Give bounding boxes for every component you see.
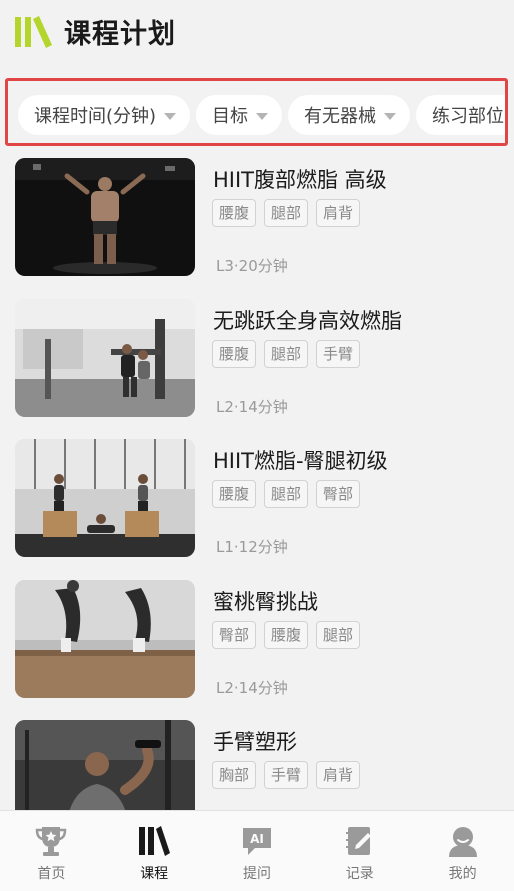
bottom-tab-bar: 首页 课程 AI 提问 记录 我的 — [0, 810, 514, 891]
course-title: 无跳跃全身高效燃脂 — [213, 308, 402, 333]
course-thumbnail — [15, 298, 195, 417]
trophy-icon — [36, 827, 67, 856]
course-tags: 胸部 手臂 肩背 — [212, 761, 361, 789]
filter-bar-highlight: 课程时间(分钟) 目标 有无器械 练习部位 — [5, 78, 508, 146]
course-tags: 腰腹 腿部 臀部 — [212, 480, 361, 508]
course-tag: 臀部 — [316, 480, 361, 508]
filter-goal[interactable]: 目标 — [196, 95, 283, 135]
profile-icon — [448, 827, 477, 857]
course-tag: 胸部 — [212, 761, 257, 789]
course-books-icon — [139, 826, 171, 856]
course-tag: 腰腹 — [264, 620, 309, 649]
course-tag: 腿部 — [264, 480, 309, 508]
course-thumbnail — [15, 439, 195, 557]
tab-label: 提问 — [242, 866, 271, 882]
filter-label: 课程时间(分钟) — [34, 106, 157, 127]
tab-label: 课程 — [140, 866, 169, 882]
tab-courses[interactable]: 课程 — [103, 811, 206, 891]
course-tag: 腿部 — [264, 339, 309, 368]
course-meta: L3·20分钟 — [216, 257, 288, 275]
course-title: 手臂塑形 — [213, 730, 297, 754]
app-header: 课程计划 — [0, 0, 514, 62]
course-tags: 腰腹 腿部 手臂 — [212, 339, 361, 368]
course-tag: 臀部 — [212, 620, 257, 649]
filter-equipment[interactable]: 有无器械 — [288, 95, 411, 135]
filter-body-part[interactable]: 练习部位 — [416, 95, 505, 135]
course-tag: 腿部 — [316, 620, 361, 649]
course-tag: 手臂 — [316, 339, 361, 368]
course-title: HIIT燃脂-臀腿初级 — [213, 449, 388, 473]
course-tags: 腰腹 腿部 肩背 — [212, 199, 361, 227]
tab-home[interactable]: 首页 — [0, 811, 103, 891]
notebook-icon — [345, 827, 371, 855]
course-tag: 肩背 — [316, 761, 361, 789]
course-meta: L1·12分钟 — [216, 538, 288, 556]
course-tag: 肩背 — [316, 199, 361, 227]
caret-down-icon — [256, 112, 269, 120]
tab-records[interactable]: 记录 — [308, 811, 411, 891]
page-title: 课程计划 — [64, 18, 176, 50]
course-books-icon — [15, 16, 52, 48]
course-thumbnail — [15, 158, 195, 276]
caret-down-icon — [384, 112, 397, 120]
tab-profile[interactable]: 我的 — [411, 811, 514, 891]
tab-label: 我的 — [448, 866, 477, 882]
tab-label: 首页 — [37, 866, 66, 882]
ai-chat-icon: AI — [242, 828, 271, 855]
course-list: HIIT腹部燃脂 高级 腰腹 腿部 肩背 L3·20分钟 无跳跃全身高效燃脂 腰… — [0, 158, 514, 861]
caret-down-icon — [164, 112, 177, 120]
filter-label: 目标 — [212, 106, 249, 127]
course-card[interactable]: HIIT燃脂-臀腿初级 腰腹 腿部 臀部 L1·12分钟 — [0, 439, 514, 580]
filter-bar: 课程时间(分钟) 目标 有无器械 练习部位 — [18, 95, 505, 135]
course-meta: L2·14分钟 — [216, 397, 288, 416]
course-tags: 臀部 腰腹 腿部 — [212, 620, 361, 649]
course-meta: L2·14分钟 — [216, 678, 288, 697]
course-tag: 腰腹 — [212, 480, 257, 508]
course-title: HIIT腹部燃脂 高级 — [213, 168, 387, 192]
course-tag: 手臂 — [264, 761, 309, 789]
course-card[interactable]: 蜜桃臀挑战 臀部 腰腹 腿部 L2·14分钟 — [0, 579, 514, 721]
course-tag: 腰腹 — [212, 339, 257, 368]
course-thumbnail — [15, 579, 195, 698]
filter-course-duration[interactable]: 课程时间(分钟) — [18, 95, 191, 135]
course-tag: 腿部 — [264, 199, 309, 227]
svg-text:AI: AI — [250, 832, 264, 846]
course-title: 蜜桃臀挑战 — [213, 589, 318, 614]
filter-label: 练习部位 — [432, 106, 505, 127]
course-card[interactable]: 无跳跃全身高效燃脂 腰腹 腿部 手臂 L2·14分钟 — [0, 298, 514, 440]
course-tag: 腰腹 — [212, 199, 257, 227]
filter-label: 有无器械 — [304, 106, 377, 127]
tab-ask[interactable]: AI 提问 — [206, 811, 309, 891]
tab-label: 记录 — [345, 866, 374, 882]
course-card[interactable]: HIIT腹部燃脂 高级 腰腹 腿部 肩背 L3·20分钟 — [0, 158, 514, 299]
